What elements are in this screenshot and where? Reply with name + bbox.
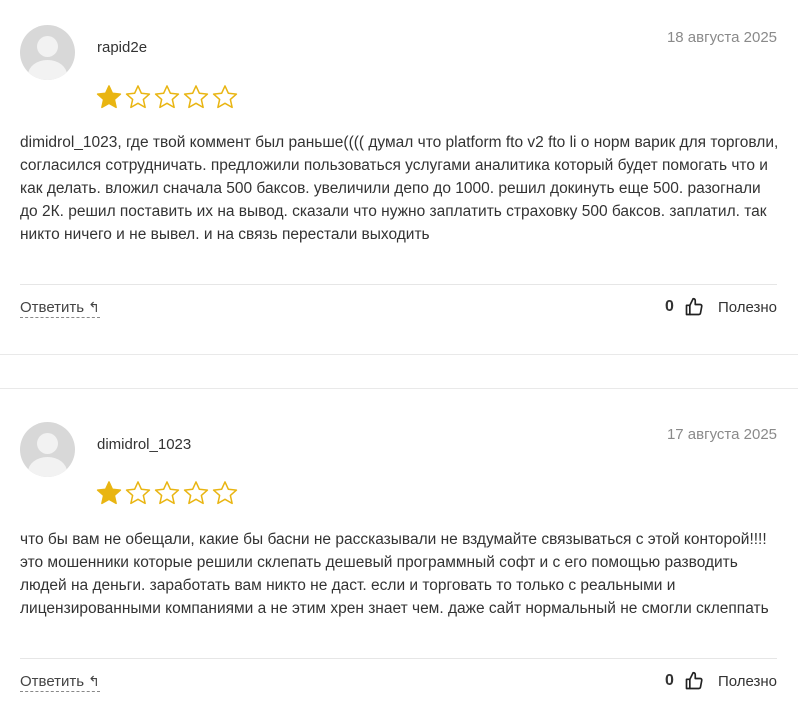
reply-label: Ответить bbox=[20, 673, 85, 690]
reply-label: Ответить bbox=[20, 299, 85, 316]
divider bbox=[20, 658, 777, 659]
review-date: 18 августа 2025 bbox=[666, 29, 777, 46]
star-empty-icon bbox=[124, 83, 152, 111]
vote-count: 0 bbox=[665, 672, 674, 689]
review-text: dimidrol_1023, где твой коммент был рань… bbox=[20, 134, 779, 243]
review-text: что бы вам не обещали, какие бы басни не… bbox=[20, 531, 769, 617]
thumbs-up-icon[interactable] bbox=[684, 297, 704, 317]
avatar bbox=[20, 25, 75, 80]
rating-stars bbox=[95, 83, 239, 111]
star-empty-icon bbox=[182, 83, 210, 111]
star-empty-icon bbox=[182, 479, 210, 507]
star-empty-icon bbox=[153, 83, 181, 111]
reply-button[interactable]: Ответить ↰ bbox=[20, 673, 100, 692]
reply-arrow-icon: ↰ bbox=[88, 299, 100, 315]
useful-label[interactable]: Полезно bbox=[718, 673, 777, 690]
vote-group: 0 Полезно bbox=[665, 671, 777, 691]
star-filled-icon bbox=[95, 83, 123, 111]
star-empty-icon bbox=[211, 83, 239, 111]
review-author: dimidrol_1023 bbox=[97, 436, 192, 453]
star-empty-icon bbox=[153, 479, 181, 507]
rating-stars bbox=[95, 479, 239, 507]
vote-count: 0 bbox=[665, 298, 674, 315]
section-divider bbox=[0, 354, 798, 355]
reply-button[interactable]: Ответить ↰ bbox=[20, 299, 100, 318]
avatar bbox=[20, 422, 75, 477]
star-empty-icon bbox=[124, 479, 152, 507]
divider bbox=[20, 284, 777, 285]
useful-label[interactable]: Полезно bbox=[718, 299, 777, 316]
review-date: 17 августа 2025 bbox=[666, 426, 777, 443]
thumbs-up-icon[interactable] bbox=[684, 671, 704, 691]
vote-group: 0 Полезно bbox=[665, 297, 777, 317]
star-filled-icon bbox=[95, 479, 123, 507]
section-divider bbox=[0, 388, 798, 389]
review-author: rapid2e bbox=[97, 39, 148, 56]
star-empty-icon bbox=[211, 479, 239, 507]
reply-arrow-icon: ↰ bbox=[88, 673, 100, 689]
